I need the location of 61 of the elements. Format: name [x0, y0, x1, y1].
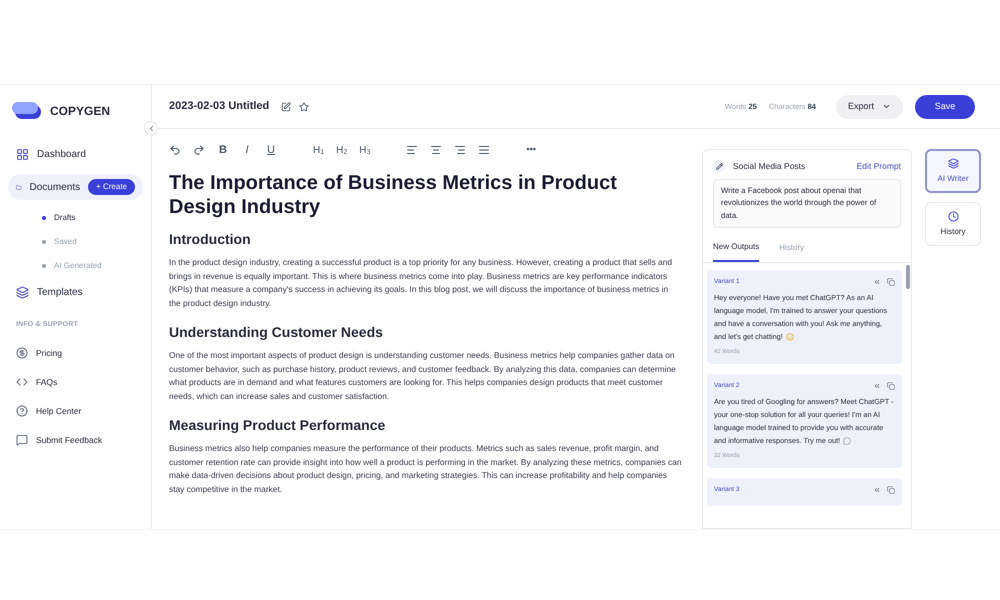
brand-name: COPYGEN	[50, 103, 110, 120]
document-title: 2023-02-03 Untitled	[169, 99, 270, 114]
section-heading: Measuring Product Performance	[169, 416, 386, 435]
speech-bubble-icon	[843, 436, 852, 445]
side-tab[interactable]: History	[925, 202, 981, 246]
heading-button[interactable]: H$_{3}$	[359, 142, 370, 158]
document-heading: The Importance of Business Metrics in Product Design Industry	[169, 171, 618, 219]
star-icon[interactable]	[299, 102, 310, 112]
section-heading: Introduction	[169, 230, 252, 249]
nav-item[interactable]: Help Center	[8, 396, 143, 426]
message-icon	[16, 434, 28, 446]
nav-item[interactable]: Pricing	[8, 338, 143, 368]
section-heading: Understanding Customer Needs	[169, 323, 384, 342]
paragraph: In the product design industry, creating a successful product is a top priority for any business. However, creating a product that sells and brings in revenue is equally important. This is where business metrics come into play. Business metrics are key performance indicators (KPIs) that measure a company's success in achieving its goals. In this blog post, we will discuss the importance of business metrics in the product design industry.	[169, 256, 674, 310]
help-icon	[16, 405, 28, 417]
nav-subitem[interactable]: Drafts	[8, 207, 143, 229]
collapse-button[interactable]	[144, 121, 158, 135]
nav-item[interactable]: Templates	[8, 279, 143, 305]
copy-icon[interactable]	[887, 486, 895, 494]
pencil-icon	[713, 160, 725, 172]
nav-item[interactable]: Submit Feedback	[8, 426, 143, 454]
grid-icon	[16, 148, 29, 160]
chevrons-icon[interactable]	[873, 486, 881, 494]
format-button[interactable]: B	[217, 142, 229, 158]
export-button[interactable]: Export	[836, 94, 903, 118]
heading-button[interactable]: H$_{2}$	[336, 142, 348, 158]
caret-icon	[882, 102, 891, 111]
heading-button[interactable]: H$_{1}$	[313, 142, 324, 158]
layers-icon	[16, 286, 29, 298]
paragraph: Business metrics also help companies measure the performance of their products. Metrics such as sales revenue, profit margin, and customer retention rate can provide insight into how well a product is performing in the market. By analyzing these metrics, companies can make data-driven decisions about product design, pricing, and marketing strategies. This can increase profitability and help companies stay competitive in the market.	[169, 442, 682, 496]
align-left-icon[interactable]	[406, 144, 418, 156]
template-name: Social Media Posts	[733, 160, 806, 173]
chevrons-icon[interactable]	[873, 278, 881, 286]
chevrons-icon[interactable]	[873, 382, 881, 390]
align-center-icon[interactable]	[430, 144, 442, 156]
layers-icon	[948, 158, 958, 168]
format-button[interactable]: U	[265, 142, 277, 158]
edit-icon[interactable]	[281, 102, 292, 112]
scrollbar-thumb[interactable]	[906, 265, 910, 290]
format-button[interactable]: I	[241, 142, 253, 158]
output-tab[interactable]: New Outputs	[713, 236, 760, 262]
align-right-icon[interactable]	[454, 144, 466, 156]
paragraph: One of the most important aspects of product design is understanding customer needs. Business metrics help companies gather data on customer behavior, such as purchase history, product reviews, and customer feedback. By analyzing this data, companies can determine what products are in demand and what features customers are looking for. This helps companies design products that meet customer needs, which can increase sales and customer satisfaction.	[169, 349, 677, 402]
create-button[interactable]: + Create	[88, 179, 135, 195]
align-justify-icon[interactable]	[478, 144, 490, 156]
smile-icon	[786, 333, 794, 342]
undo-icon[interactable]	[169, 144, 181, 156]
side-tab[interactable]: AI Writer	[925, 149, 981, 193]
nav-item[interactable]: FAQs	[8, 368, 143, 396]
clock-icon	[948, 210, 958, 222]
edit-prompt-link[interactable]: Edit Prompt	[856, 160, 901, 173]
code-icon	[16, 376, 28, 388]
copy-icon[interactable]	[887, 278, 895, 286]
nav-item[interactable]: Documents + Create	[8, 174, 143, 200]
copy-icon[interactable]	[887, 382, 895, 390]
nav-item[interactable]: Dashboard	[8, 141, 143, 167]
save-button[interactable]: Save	[915, 94, 975, 118]
redo-icon[interactable]	[193, 144, 205, 156]
more-button[interactable]: •••	[526, 143, 536, 157]
dollar-icon	[16, 347, 28, 359]
logo-icon	[12, 101, 42, 121]
